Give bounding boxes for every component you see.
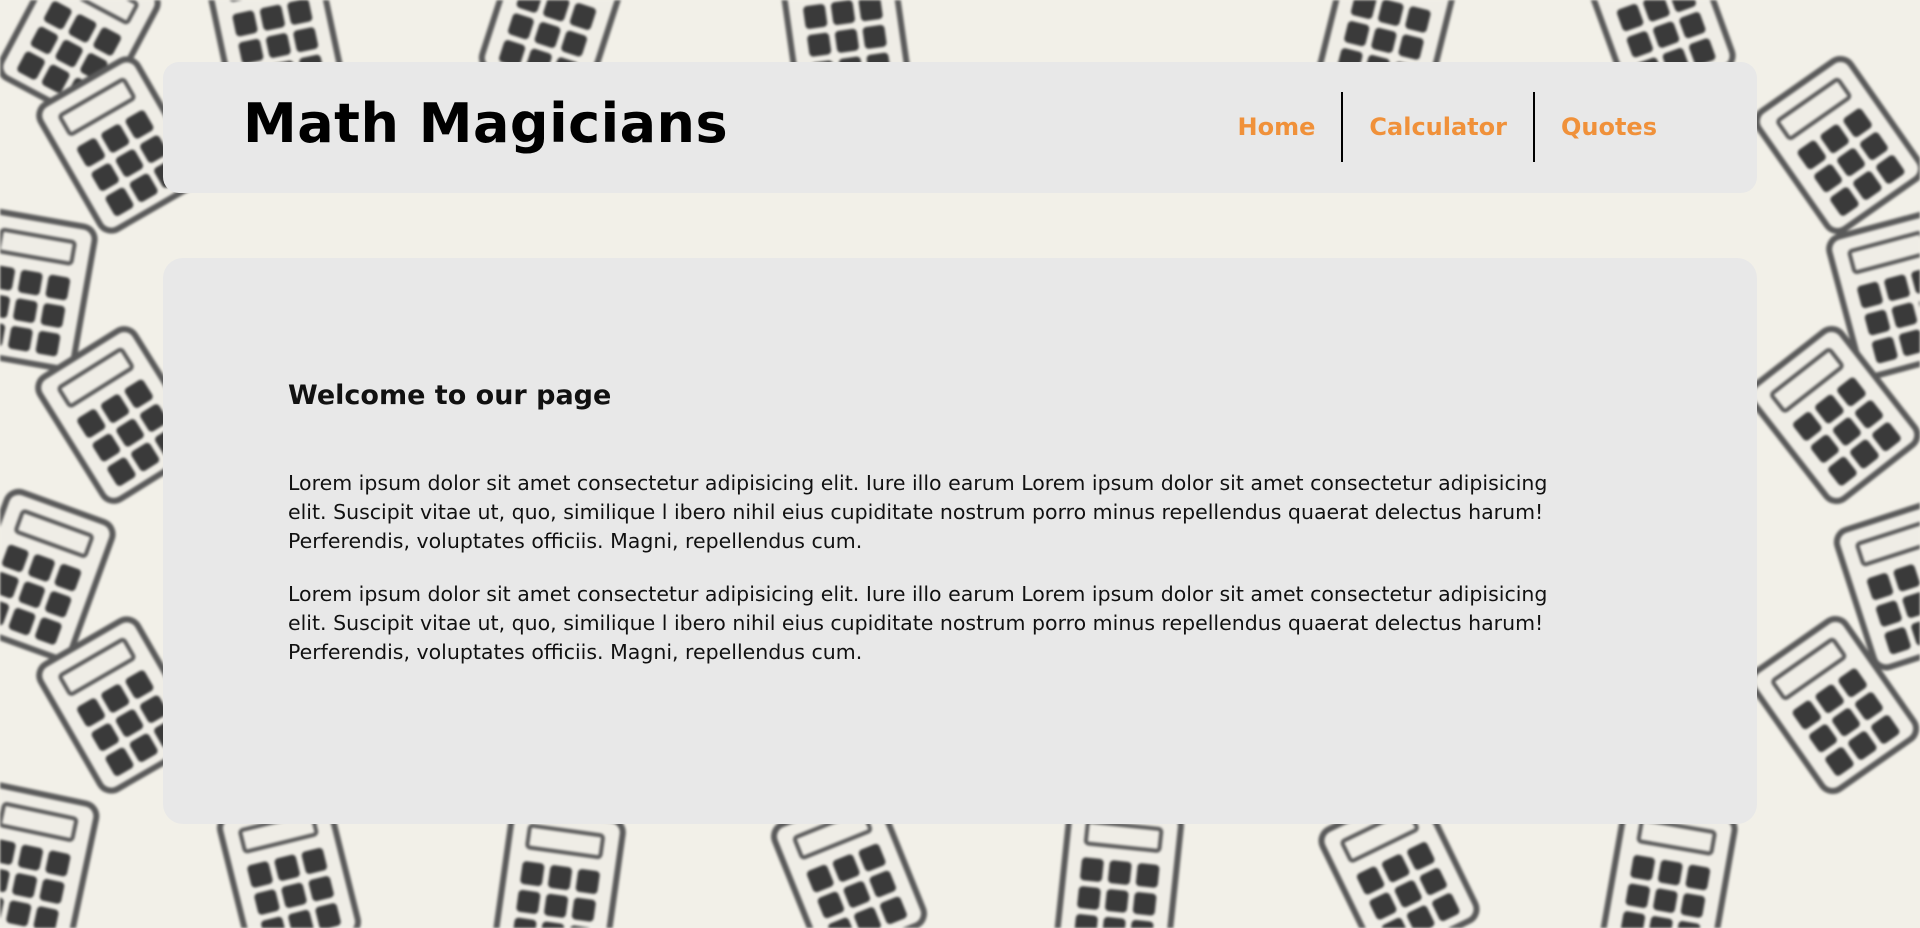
nav-link-calculator[interactable]: Calculator (1343, 92, 1533, 162)
nav-link-quotes[interactable]: Quotes (1535, 92, 1657, 162)
site-logo: Math Magicians (243, 92, 729, 155)
nav-link-home[interactable]: Home (1212, 92, 1342, 162)
main-content-panel: Welcome to our page Lorem ipsum dolor si… (163, 258, 1757, 824)
calculator-icon (1747, 49, 1920, 241)
navbar: Math Magicians Home Calculator Quotes (163, 62, 1757, 193)
calculator-icon (0, 779, 103, 928)
paragraph: Lorem ipsum dolor sit amet consectetur a… (288, 582, 1548, 664)
nav-links: Home Calculator Quotes (1212, 92, 1657, 162)
paragraph: Lorem ipsum dolor sit amet consectetur a… (288, 471, 1548, 553)
page-heading: Welcome to our page (288, 380, 612, 411)
